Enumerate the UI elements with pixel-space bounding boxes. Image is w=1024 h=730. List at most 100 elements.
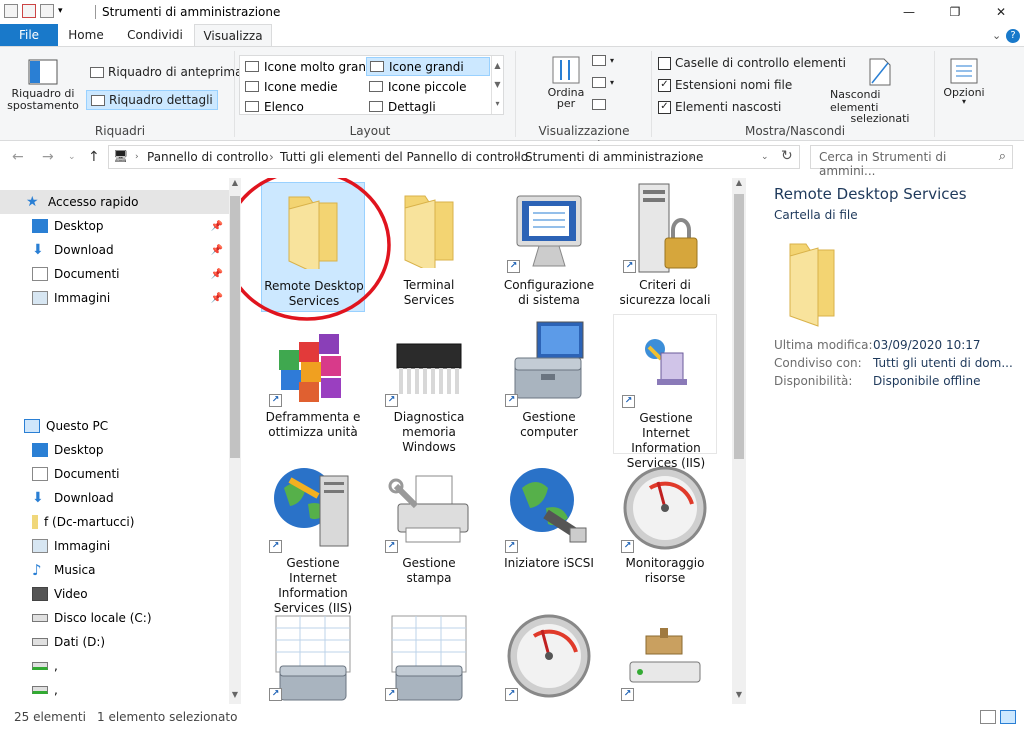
breadcrumb-chevron-icon[interactable]: › bbox=[269, 150, 274, 164]
file-extensions-option[interactable]: ✓ Estensioni nomi file bbox=[658, 78, 792, 92]
pin-icon[interactable]: 📌 bbox=[211, 221, 223, 232]
add-columns-button[interactable]: ▾ bbox=[592, 77, 614, 88]
refresh-icon[interactable]: ↻ bbox=[781, 148, 793, 164]
item-iis-manager[interactable]: ↗ Gestione Internet Information Services… bbox=[261, 460, 365, 615]
nav-quick-download[interactable]: ⬇ Download 📌 bbox=[0, 238, 229, 262]
item-tool-partial[interactable]: ↗ bbox=[377, 606, 481, 704]
item-defragment[interactable]: ↗ Deframmenta e ottimizza unità bbox=[261, 314, 365, 454]
details-pane-button[interactable]: Riquadro dettagli bbox=[86, 90, 218, 110]
tab-file[interactable]: File bbox=[0, 24, 58, 46]
nav-quick-access[interactable]: ★ Accesso rapido bbox=[0, 190, 229, 214]
tab-view[interactable]: Visualizza bbox=[194, 24, 272, 47]
scroll-up-icon[interactable]: ▲ bbox=[229, 178, 241, 187]
collapse-ribbon-icon[interactable]: ⌄ bbox=[992, 29, 1001, 42]
ribbon-tabs: File Home Condividi Visualizza ⌄ ? bbox=[0, 24, 1024, 47]
item-tool-partial[interactable]: ↗ bbox=[261, 606, 365, 704]
tab-home[interactable]: Home bbox=[62, 24, 110, 46]
layout-extra-large-icons[interactable]: Icone molto grandi bbox=[242, 57, 380, 76]
nav-this-pc[interactable]: Questo PC bbox=[0, 414, 229, 438]
back-arrow-icon[interactable]: ← bbox=[12, 149, 24, 165]
nav-pc-video[interactable]: Video bbox=[0, 582, 229, 606]
nav-quick-pictures[interactable]: Immagini 📌 bbox=[0, 286, 229, 310]
scroll-down-icon[interactable]: ▼ bbox=[732, 690, 746, 699]
item-system-configuration[interactable]: ↗ Configurazione di sistema bbox=[497, 182, 601, 312]
checkbox-checked[interactable]: ✓ bbox=[658, 100, 671, 114]
item-memory-diagnostic[interactable]: ↗ Diagnostica memoria Windows bbox=[377, 314, 481, 454]
item-iscsi-initiator[interactable]: ↗ Iniziatore iSCSI bbox=[497, 460, 601, 600]
nav-pc-network-drive[interactable]: , bbox=[0, 678, 229, 702]
item-checkboxes-option[interactable]: Caselle di controllo elementi bbox=[658, 56, 846, 70]
layout-details[interactable]: Dettagli bbox=[366, 97, 439, 116]
options-button[interactable]: Opzioni ▾ bbox=[940, 57, 988, 106]
forward-arrow-icon[interactable]: → bbox=[42, 149, 54, 165]
search-icon: ⌕ bbox=[998, 149, 1006, 164]
navigation-pane-button[interactable]: Riquadro di spostamento bbox=[7, 59, 79, 112]
maximize-button[interactable]: ❐ bbox=[932, 0, 978, 24]
folder-small-icon[interactable] bbox=[4, 4, 18, 18]
file-list-scrollbar[interactable]: ▲ ▼ bbox=[732, 178, 746, 704]
pin-icon[interactable]: 📌 bbox=[211, 293, 223, 304]
memory-chip-icon bbox=[396, 343, 462, 394]
nav-quick-documents[interactable]: Documenti 📌 bbox=[0, 262, 229, 286]
search-input[interactable]: Cerca in Strumenti di ammini... ⌕ bbox=[810, 145, 1013, 178]
new-folder-icon[interactable] bbox=[40, 4, 54, 18]
item-print-management[interactable]: ↗ Gestione stampa bbox=[377, 460, 481, 600]
nav-quick-desktop[interactable]: Desktop 📌 bbox=[0, 214, 229, 238]
shortcut-arrow-icon: ↗ bbox=[623, 260, 636, 273]
scroll-down-icon[interactable]: ▼ bbox=[229, 690, 241, 699]
nav-pc-documents[interactable]: Documenti bbox=[0, 462, 229, 486]
tab-share[interactable]: Condividi bbox=[116, 24, 194, 46]
size-columns-button[interactable] bbox=[592, 99, 606, 110]
help-icon[interactable]: ? bbox=[1006, 29, 1020, 43]
layout-small-icons[interactable]: Icone piccole bbox=[366, 77, 470, 96]
breadcrumb-chevron-icon[interactable]: › bbox=[514, 150, 519, 164]
close-button[interactable]: ✕ bbox=[978, 0, 1024, 24]
nav-pc-local-disk[interactable]: Disco locale (C:) bbox=[0, 606, 229, 630]
nav-pc-desktop[interactable]: Desktop bbox=[0, 438, 229, 462]
details-view-icon[interactable] bbox=[980, 710, 996, 724]
scrollbar-thumb[interactable] bbox=[734, 194, 744, 459]
layout-scroll-icon[interactable]: ▲ ▼ ▾ bbox=[491, 56, 503, 114]
item-iis6-manager[interactable]: ↗ Gestione Internet Information Services… bbox=[613, 314, 717, 485]
address-dropdown-icon[interactable]: ⌄ bbox=[761, 152, 769, 162]
scroll-up-icon[interactable]: ▲ bbox=[732, 178, 746, 187]
breadcrumb-chevron-icon[interactable]: › bbox=[135, 152, 139, 162]
up-arrow-icon[interactable]: ↑ bbox=[88, 149, 100, 165]
checkbox[interactable] bbox=[658, 56, 671, 70]
item-label: Deframmenta e ottimizza unità bbox=[265, 410, 361, 439]
breadcrumb-control-panel[interactable]: Pannello di controllo bbox=[147, 150, 269, 164]
breadcrumb-admin-tools[interactable]: Strumenti di amministrazione bbox=[525, 150, 703, 164]
nav-pc-data-drive[interactable]: Dati (D:) bbox=[0, 630, 229, 654]
item-tool-partial[interactable]: ↗ bbox=[613, 606, 717, 704]
item-tool-partial[interactable]: ↗ bbox=[497, 606, 601, 704]
recent-dropdown-icon[interactable]: ⌄ bbox=[68, 152, 76, 162]
breadcrumb-all-items[interactable]: Tutti gli elementi del Pannello di contr… bbox=[280, 150, 528, 164]
minimize-button[interactable]: — bbox=[886, 0, 932, 24]
item-computer-management[interactable]: ↗ Gestione computer bbox=[497, 314, 601, 454]
item-resource-monitor[interactable]: ↗ Monitoraggio risorse bbox=[613, 460, 717, 600]
checkbox-checked[interactable]: ✓ bbox=[658, 78, 671, 92]
scrollbar-thumb[interactable] bbox=[230, 196, 240, 458]
layout-list[interactable]: Elenco bbox=[242, 97, 307, 116]
nav-pc-music[interactable]: ♪ Musica bbox=[0, 558, 229, 582]
breadcrumb-chevron-icon[interactable]: › bbox=[689, 150, 694, 164]
layout-large-icons[interactable]: Icone grandi bbox=[366, 57, 490, 76]
address-bar[interactable]: 🖥 › Pannello di controllo › Tutti gli el… bbox=[108, 145, 800, 169]
preview-pane-button[interactable]: Riquadro di anteprima bbox=[90, 65, 242, 79]
nav-pc-download[interactable]: ⬇ Download bbox=[0, 486, 229, 510]
properties-icon[interactable] bbox=[22, 4, 36, 18]
group-by-button[interactable]: ▾ bbox=[592, 55, 614, 66]
pin-icon[interactable]: 📌 bbox=[211, 269, 223, 280]
item-local-security-policy[interactable]: ↗ Criteri di sicurezza locali bbox=[613, 182, 717, 312]
nav-pc-network-folder[interactable]: f (Dc-martucci) bbox=[0, 510, 229, 534]
large-icons-view-icon[interactable] bbox=[1000, 710, 1016, 724]
layout-medium-icons[interactable]: Icone medie bbox=[242, 77, 341, 96]
sort-by-button[interactable]: Ordina per bbox=[544, 55, 588, 110]
qat-dropdown-icon[interactable]: ▾ bbox=[58, 6, 63, 16]
nav-pane-scrollbar[interactable]: ▲ ▼ bbox=[229, 178, 241, 704]
hide-selected-button[interactable]: Nascondi elementi selezionati bbox=[830, 57, 930, 125]
pin-icon[interactable]: 📌 bbox=[211, 245, 223, 256]
nav-pc-network-drive[interactable]: , bbox=[0, 654, 229, 678]
hidden-items-option[interactable]: ✓ Elementi nascosti bbox=[658, 100, 781, 114]
nav-pc-pictures[interactable]: Immagini bbox=[0, 534, 229, 558]
